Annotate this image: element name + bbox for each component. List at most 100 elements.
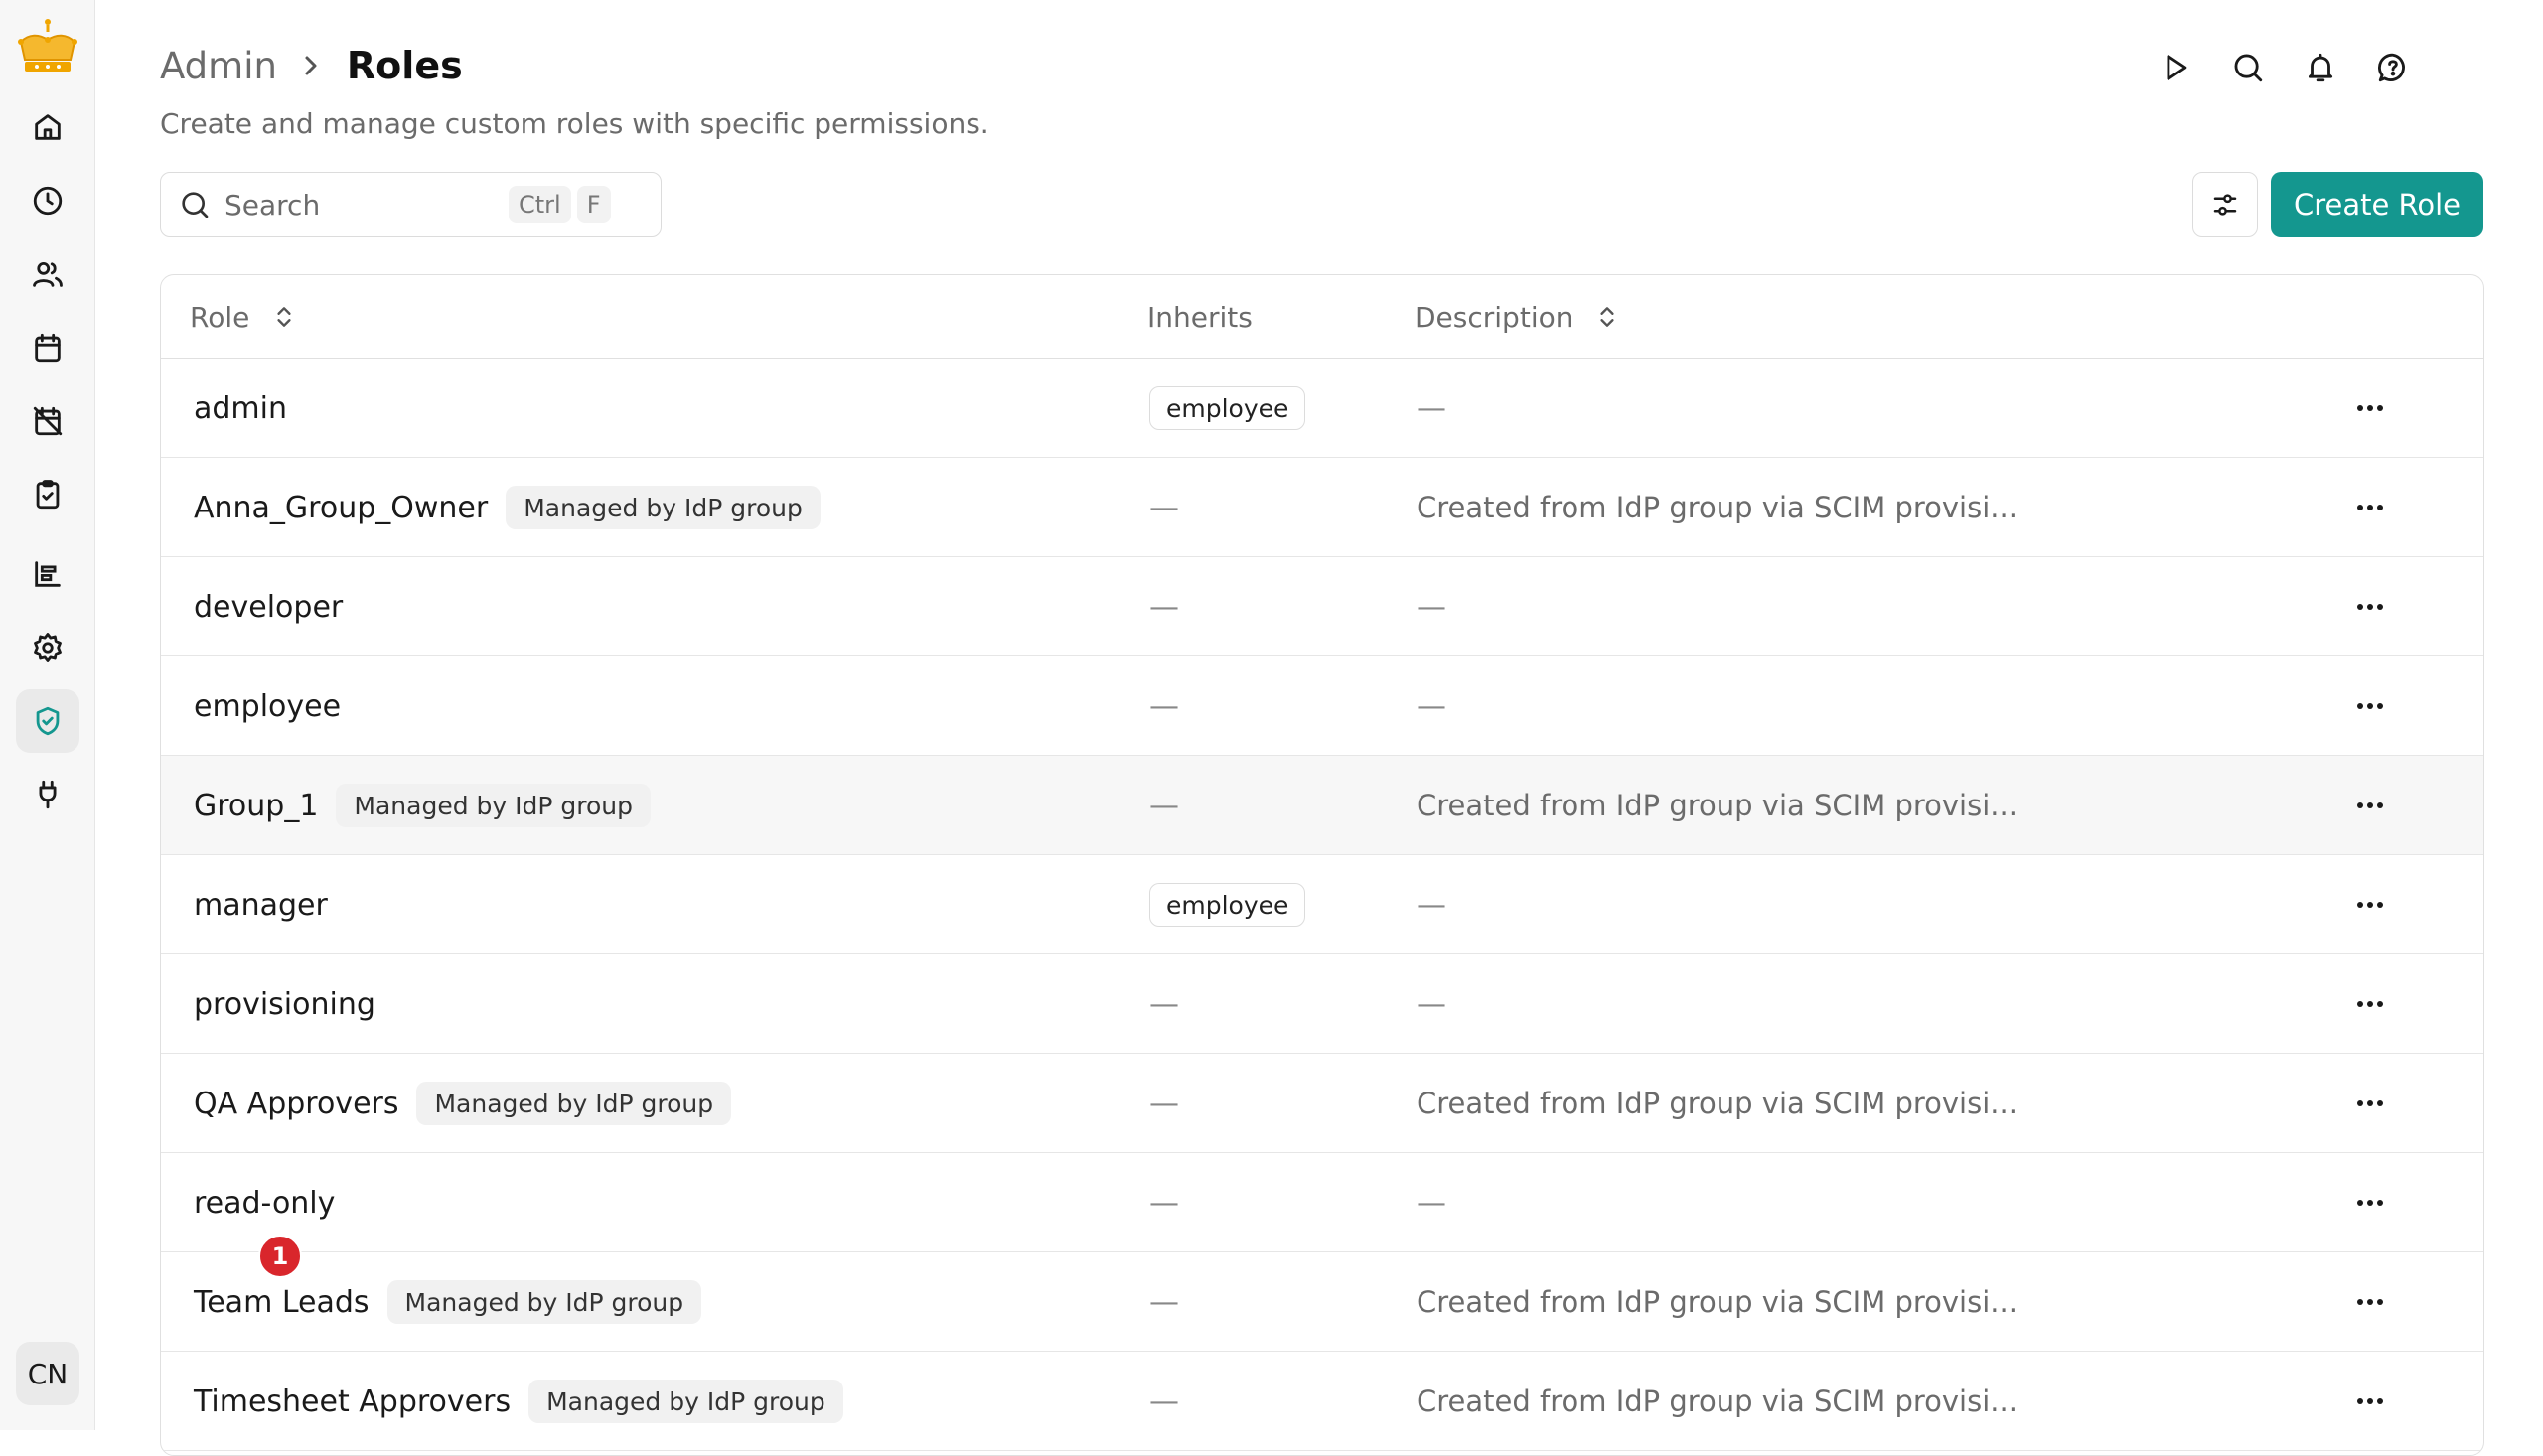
- inherits-empty: —: [1149, 1186, 1179, 1221]
- sidebar-item-calendar-off[interactable]: [16, 389, 79, 453]
- role-description: —: [1417, 1186, 1446, 1221]
- role-name[interactable]: developer: [194, 590, 343, 625]
- role-cell: read-only: [194, 1153, 335, 1252]
- row-actions: [2350, 954, 2390, 1054]
- column-header-inherits-label: Inherits: [1147, 301, 1253, 334]
- more-actions-button[interactable]: [2350, 1282, 2390, 1322]
- more-actions-button[interactable]: [2350, 1382, 2390, 1421]
- sidebar-item-security[interactable]: [16, 689, 79, 753]
- home-icon: [31, 110, 65, 144]
- idp-managed-tag: Managed by IdP group: [336, 784, 651, 827]
- role-description: —: [1417, 391, 1446, 426]
- more-actions-button[interactable]: [2350, 587, 2390, 627]
- role-name[interactable]: manager: [194, 888, 328, 923]
- more-actions-button[interactable]: [2350, 388, 2390, 428]
- row-actions: [2350, 1054, 2390, 1153]
- table-row[interactable]: read-only — —: [161, 1153, 2483, 1252]
- role-name[interactable]: Group_1: [194, 789, 318, 823]
- more-horizontal-icon: [2355, 801, 2385, 810]
- column-header-role-label: Role: [190, 301, 249, 334]
- sidebar-item-home[interactable]: [16, 95, 79, 159]
- role-name[interactable]: provisioning: [194, 987, 375, 1022]
- calendar-icon: [31, 331, 65, 364]
- role-name[interactable]: read-only: [194, 1186, 335, 1221]
- clipboard-check-icon: [31, 478, 65, 511]
- search-input[interactable]: [224, 189, 503, 221]
- idp-managed-tag: Managed by IdP group: [387, 1280, 702, 1324]
- role-name[interactable]: Team Leads: [194, 1285, 370, 1320]
- sidebar-item-integrations[interactable]: [16, 763, 79, 826]
- role-cell: admin: [194, 359, 287, 458]
- table-row[interactable]: Team LeadsManaged by IdP group—Created f…: [161, 1252, 2483, 1352]
- table-row[interactable]: developer — —: [161, 557, 2483, 656]
- filter-button[interactable]: [2192, 172, 2258, 237]
- shortcut-key-f: F: [577, 186, 611, 223]
- sidebar-item-calendar[interactable]: [16, 316, 79, 379]
- search-box: Ctrl F: [160, 172, 662, 237]
- sidebar-item-reports[interactable]: [16, 542, 79, 606]
- table-row[interactable]: provisioning——: [161, 954, 2483, 1054]
- table-row[interactable]: employee——: [161, 656, 2483, 756]
- more-actions-button[interactable]: [2350, 686, 2390, 726]
- role-description: —: [1417, 987, 1446, 1022]
- description-cell: —: [1417, 557, 1446, 656]
- sidebar: CN: [0, 0, 95, 1430]
- breadcrumb-admin-link[interactable]: Admin: [160, 45, 277, 87]
- row-actions: [2350, 458, 2390, 557]
- sort-icon: [271, 304, 297, 330]
- more-actions-button[interactable]: [2350, 1084, 2390, 1123]
- role-description: Created from IdP group via SCIM provisi.…: [1417, 491, 2018, 524]
- column-header-description[interactable]: Description: [1415, 275, 1620, 359]
- create-role-button[interactable]: Create Role: [2271, 172, 2483, 237]
- more-actions-button[interactable]: [2350, 984, 2390, 1024]
- role-name[interactable]: Anna_Group_Owner: [194, 491, 488, 525]
- column-header-description-label: Description: [1415, 301, 1572, 334]
- role-description: —: [1417, 888, 1446, 923]
- sidebar-item-tasks[interactable]: [16, 463, 79, 526]
- page-title: Roles: [347, 44, 463, 87]
- shield-check-icon: [31, 704, 65, 738]
- role-description: Created from IdP group via SCIM provisi.…: [1417, 1384, 2018, 1418]
- inherits-cell: —: [1149, 1054, 1179, 1153]
- description-cell: —: [1417, 1153, 1446, 1252]
- more-actions-button[interactable]: [2350, 1183, 2390, 1223]
- inherits-empty: —: [1149, 789, 1179, 823]
- inherits-cell: —: [1149, 1252, 1179, 1352]
- inherits-cell: employee: [1149, 855, 1305, 954]
- role-name[interactable]: QA Approvers: [194, 1087, 398, 1121]
- inherits-cell: employee: [1149, 359, 1305, 458]
- table-row[interactable]: QA ApproversManaged by IdP group—Created…: [161, 1054, 2483, 1153]
- sidebar-item-people[interactable]: [16, 242, 79, 306]
- help-button[interactable]: [2373, 48, 2413, 87]
- more-actions-button[interactable]: [2350, 488, 2390, 527]
- more-actions-button[interactable]: [2350, 885, 2390, 925]
- notification-badge: 1: [258, 1235, 302, 1278]
- table-row[interactable]: manager employee —: [161, 855, 2483, 954]
- sidebar-item-settings[interactable]: [16, 616, 79, 679]
- role-name[interactable]: employee: [194, 689, 341, 724]
- table-row[interactable]: Group_1Managed by IdP group—Created from…: [161, 756, 2483, 855]
- sidebar-item-history[interactable]: [16, 169, 79, 232]
- table-row[interactable]: admin employee —: [161, 359, 2483, 458]
- role-name[interactable]: Timesheet Approvers: [194, 1384, 511, 1419]
- idp-managed-tag: Managed by IdP group: [506, 486, 821, 529]
- role-cell: provisioning: [194, 954, 375, 1054]
- role-cell: manager: [194, 855, 328, 954]
- inherits-cell: —: [1149, 557, 1179, 656]
- sort-icon: [1594, 304, 1620, 330]
- global-search-button[interactable]: [2228, 48, 2268, 87]
- avatar[interactable]: CN: [16, 1342, 79, 1405]
- crown-logo[interactable]: [15, 16, 80, 81]
- table-row[interactable]: Anna_Group_OwnerManaged by IdP group—Cre…: [161, 458, 2483, 557]
- column-header-role[interactable]: Role: [190, 275, 297, 359]
- notifications-button[interactable]: [2301, 48, 2340, 87]
- breadcrumb: Admin Roles: [160, 40, 463, 91]
- play-button[interactable]: [2156, 48, 2195, 87]
- inherits-cell: —: [1149, 1352, 1179, 1451]
- table-row[interactable]: Timesheet ApproversManaged by IdP group—…: [161, 1352, 2483, 1451]
- row-actions: [2350, 756, 2390, 855]
- more-actions-button[interactable]: [2350, 786, 2390, 825]
- role-name[interactable]: admin: [194, 391, 287, 426]
- more-horizontal-icon: [2355, 900, 2385, 910]
- inherits-empty: —: [1149, 1285, 1179, 1320]
